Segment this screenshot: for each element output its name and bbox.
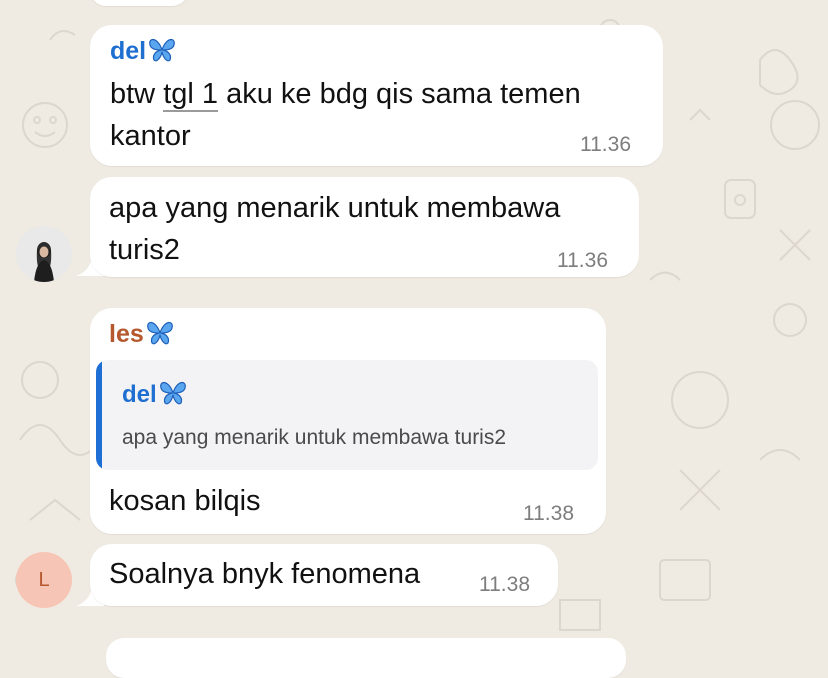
avatar-letter: L: [38, 568, 50, 591]
message-time: 11.38: [523, 502, 574, 525]
message-time: 11.36: [557, 249, 608, 272]
sender-name: del: [110, 37, 176, 66]
message-bubble-1[interactable]: del btw tgl 1 aku ke bdg qis sama temen k…: [90, 25, 663, 166]
message-text: apa yang menarik untuk membawa turis2: [109, 192, 561, 266]
quoted-reply[interactable]: del apa yang menarik untuk membawa turis…: [96, 360, 598, 470]
message-text: Soalnya bnyk fenomena: [109, 558, 421, 590]
message-bubble-4[interactable]: Soalnya bnyk fenomena 11.38: [90, 544, 558, 606]
message-text: btw tgl 1 aku ke bdg qis sama temen kanto…: [110, 78, 581, 152]
sender-name: les: [109, 320, 174, 349]
message-bubble-3[interactable]: les del apa yang menarik untuk membawa t…: [90, 308, 606, 534]
quote-accent-bar: [96, 360, 102, 470]
message-text: kosan bilqis: [109, 485, 261, 517]
butterfly-icon: [159, 382, 186, 405]
message-time: 11.38: [479, 573, 530, 596]
message-time: 11.36: [580, 133, 631, 156]
message-bubble-2[interactable]: apa yang menarik untuk membawa turis2 11.…: [90, 177, 639, 277]
profile-photo-avatar[interactable]: [16, 226, 72, 282]
quote-text: apa yang menarik untuk membawa turis2: [122, 426, 507, 449]
previous-message-bubble: [90, 0, 188, 6]
butterfly-icon: [149, 39, 175, 62]
quote-sender-name: del: [122, 380, 187, 409]
next-message-bubble: [106, 638, 626, 678]
date-link[interactable]: tgl 1: [163, 78, 219, 112]
butterfly-icon: [146, 322, 173, 345]
letter-avatar[interactable]: L: [16, 552, 72, 608]
